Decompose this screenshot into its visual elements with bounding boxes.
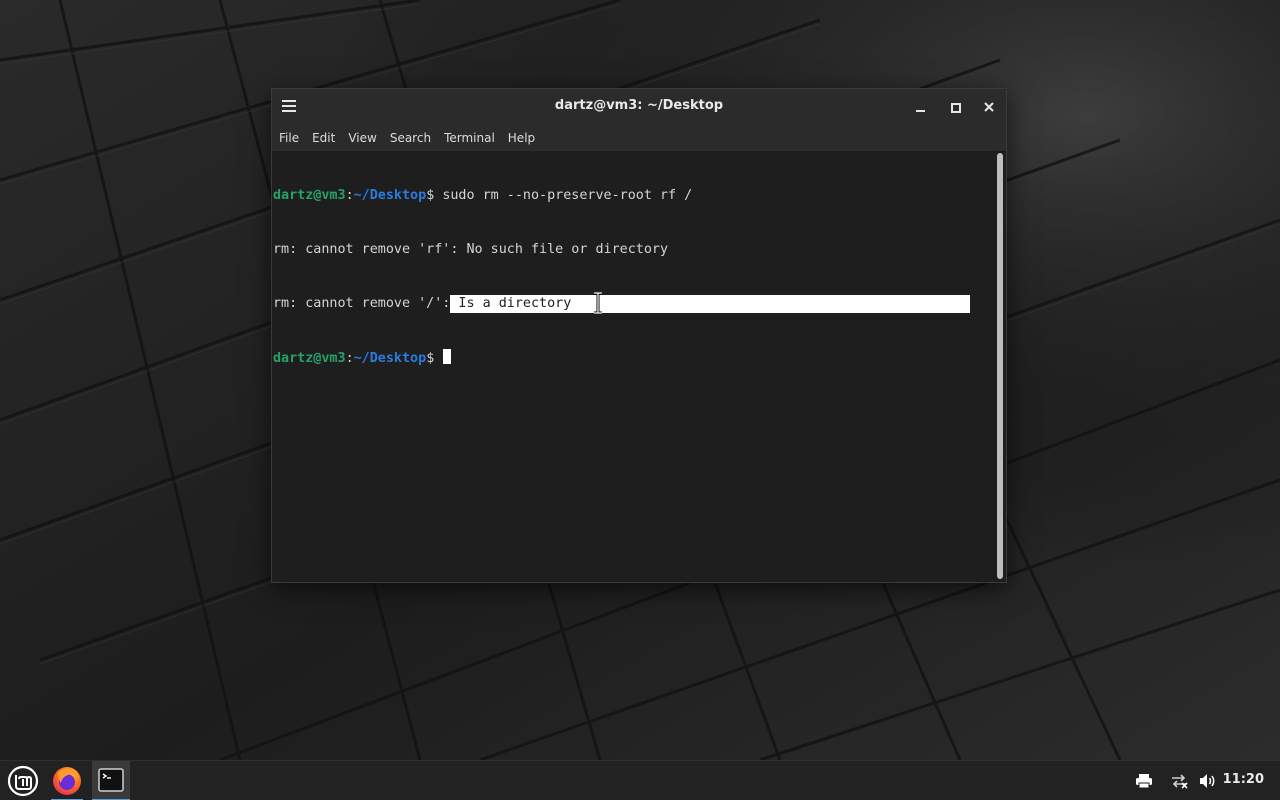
ibeam-cursor-icon (594, 292, 602, 314)
prompt-path: ~/Desktop (353, 188, 427, 203)
menu-edit[interactable]: Edit (305, 125, 341, 151)
menu-view[interactable]: View (341, 125, 382, 151)
taskbar: 11:20 (0, 760, 1280, 800)
firefox-taskbar-button[interactable] (48, 761, 86, 800)
menu-bar: File Edit View Search Terminal Help (272, 125, 1006, 152)
maximize-button[interactable] (946, 98, 964, 116)
minimize-button[interactable] (912, 98, 930, 116)
prompt-symbol: $ (426, 188, 443, 203)
prompt-path: ~/Desktop (353, 351, 427, 366)
selected-text: Is a directory (450, 295, 971, 313)
mint-menu-icon (7, 765, 39, 797)
prompt-symbol: $ (426, 351, 443, 366)
window-title: dartz@vm3: ~/Desktop (554, 98, 724, 113)
minimize-icon (916, 110, 925, 112)
network-icon[interactable] (1169, 771, 1189, 791)
output-line: rm: cannot remove 'rf': No such file or … (272, 241, 994, 259)
close-button[interactable] (980, 98, 998, 116)
terminal-output[interactable]: dartz@vm3:~/Desktop$ sudo rm --no-preser… (272, 151, 994, 582)
start-menu-button[interactable] (4, 761, 42, 800)
volume-icon[interactable] (1197, 771, 1217, 791)
title-bar[interactable]: dartz@vm3: ~/Desktop (272, 89, 1006, 126)
output-text-1: rm: cannot remove 'rf': No such file or … (273, 242, 669, 257)
maximize-icon (951, 103, 961, 113)
command-text: sudo rm --no-preserve-root rf / (442, 188, 693, 203)
command-line: dartz@vm3:~/Desktop$ sudo rm --no-preser… (272, 187, 994, 205)
prompt-colon: : (345, 351, 354, 366)
prompt-user: dartz@vm3 (273, 188, 346, 203)
terminal-window[interactable]: dartz@vm3: ~/Desktop File Edit View Search T… (271, 88, 1007, 583)
menu-terminal[interactable]: Terminal (437, 125, 501, 151)
firefox-icon (53, 767, 81, 795)
vertical-scrollbar[interactable] (997, 153, 1003, 579)
text-cursor (443, 349, 452, 364)
prompt-user: dartz@vm3 (273, 351, 346, 366)
terminal-icon (98, 768, 124, 792)
output-text-2: rm: cannot remove '/': (273, 296, 451, 311)
output-line: rm: cannot remove '/': Is a directory (272, 295, 994, 313)
terminal-taskbar-button[interactable] (92, 761, 130, 800)
menu-search[interactable]: Search (383, 125, 437, 151)
close-icon (984, 102, 994, 112)
menu-help[interactable]: Help (501, 125, 541, 151)
prompt-colon: : (345, 188, 354, 203)
clock[interactable]: 11:20 (1223, 772, 1264, 787)
printer-icon[interactable] (1134, 771, 1154, 791)
menu-file[interactable]: File (272, 125, 305, 151)
current-prompt-line: dartz@vm3:~/Desktop$ (272, 349, 994, 367)
